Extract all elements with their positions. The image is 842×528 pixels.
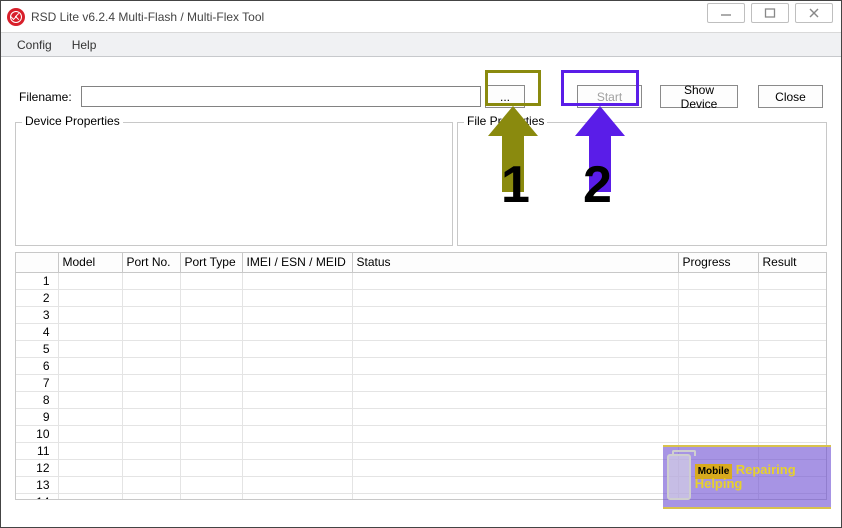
title-bar: RSD Lite v6.2.4 Multi-Flash / Multi-Flex… [1, 1, 841, 33]
table-row[interactable]: 2 [16, 289, 827, 306]
file-properties-legend: File Properties [464, 114, 547, 128]
row-index: 1 [16, 272, 58, 289]
table-row[interactable]: 3 [16, 306, 827, 323]
table-row[interactable]: 5 [16, 340, 827, 357]
row-index: 9 [16, 408, 58, 425]
row-index: 7 [16, 374, 58, 391]
row-index: 8 [16, 391, 58, 408]
row-index: 2 [16, 289, 58, 306]
col-progress[interactable]: Progress [678, 253, 758, 272]
device-grid[interactable]: Model Port No. Port Type IMEI / ESN / ME… [15, 252, 827, 500]
start-button[interactable]: Start [577, 85, 642, 108]
row-index: 10 [16, 425, 58, 442]
table-row[interactable]: 11 [16, 442, 827, 459]
row-index: 4 [16, 323, 58, 340]
menu-config[interactable]: Config [9, 36, 60, 54]
row-index: 5 [16, 340, 58, 357]
col-result[interactable]: Result [758, 253, 827, 272]
device-properties-legend: Device Properties [22, 114, 123, 128]
col-port-no[interactable]: Port No. [122, 253, 180, 272]
col-imei[interactable]: IMEI / ESN / MEID [242, 253, 352, 272]
table-row[interactable]: 8 [16, 391, 827, 408]
row-index: 11 [16, 442, 58, 459]
close-button[interactable]: Close [758, 85, 823, 108]
window-title: RSD Lite v6.2.4 Multi-Flash / Multi-Flex… [31, 10, 264, 24]
content-area: Filename: ... Start Show Device Close De… [1, 57, 841, 500]
table-row[interactable]: 4 [16, 323, 827, 340]
table-row[interactable]: 9 [16, 408, 827, 425]
row-index: 3 [16, 306, 58, 323]
table-header-row: Model Port No. Port Type IMEI / ESN / ME… [16, 253, 827, 272]
table-row[interactable]: 14 [16, 493, 827, 500]
filename-input[interactable] [81, 86, 481, 107]
table-row[interactable]: 12 [16, 459, 827, 476]
close-window-button[interactable] [795, 3, 833, 23]
table-row[interactable]: 1 [16, 272, 827, 289]
minimize-button[interactable] [707, 3, 745, 23]
col-port-type[interactable]: Port Type [180, 253, 242, 272]
table-row[interactable]: 13 [16, 476, 827, 493]
show-device-button[interactable]: Show Device [660, 85, 738, 108]
file-properties-group: File Properties [457, 122, 827, 246]
filename-row: Filename: ... Start Show Device Close [19, 85, 831, 108]
window-controls [707, 3, 833, 23]
col-model[interactable]: Model [58, 253, 122, 272]
device-properties-group: Device Properties [15, 122, 453, 246]
row-index: 6 [16, 357, 58, 374]
col-status[interactable]: Status [352, 253, 678, 272]
table-row[interactable]: 10 [16, 425, 827, 442]
menu-bar: Config Help [1, 33, 841, 57]
filename-label: Filename: [19, 90, 77, 104]
col-index[interactable] [16, 253, 58, 272]
table-row[interactable]: 7 [16, 374, 827, 391]
app-icon [7, 8, 25, 26]
menu-help[interactable]: Help [64, 36, 105, 54]
table-row[interactable]: 6 [16, 357, 827, 374]
row-index: 14 [16, 493, 58, 500]
row-index: 12 [16, 459, 58, 476]
group-row: Device Properties File Properties [15, 122, 827, 246]
maximize-button[interactable] [751, 3, 789, 23]
row-index: 13 [16, 476, 58, 493]
browse-button[interactable]: ... [485, 85, 525, 108]
